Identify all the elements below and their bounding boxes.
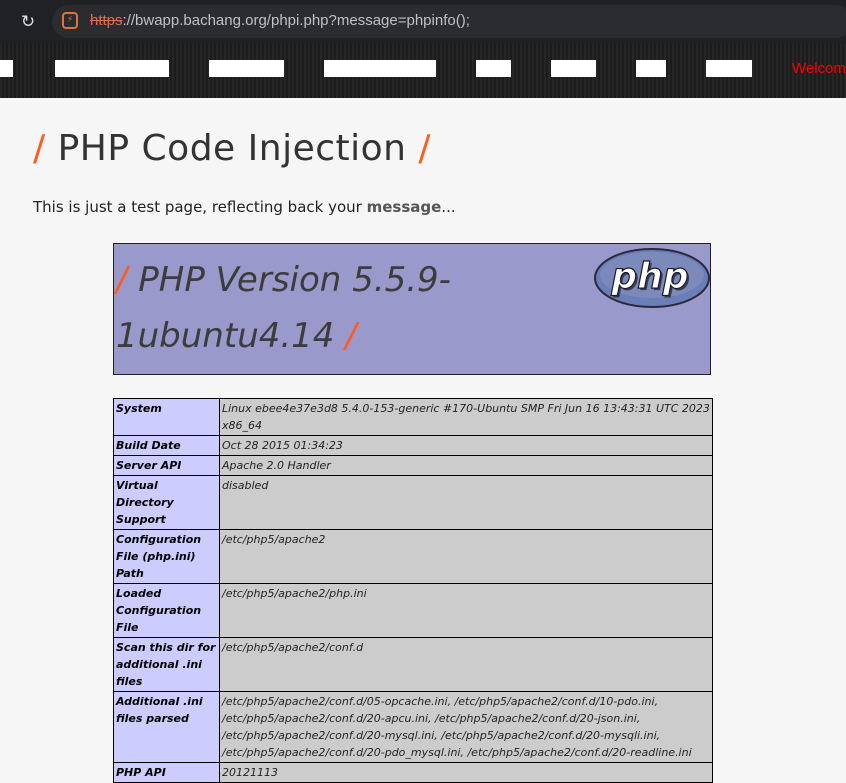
menu-item-redacted[interactable] xyxy=(0,60,13,77)
row-value: Apache 2.0 Handler xyxy=(219,455,713,476)
row-value: /etc/php5/apache2/conf.d/05-opcache.ini,… xyxy=(219,691,713,763)
row-key: Configuration File (php.ini) Path xyxy=(113,529,220,584)
php-logo[interactable]: php php xyxy=(594,248,710,308)
row-value: /etc/php5/apache2 xyxy=(219,529,713,584)
row-key: Additional .ini files parsed xyxy=(113,691,220,763)
table-row: Build Date Oct 28 2015 01:34:23 xyxy=(113,435,713,456)
title-slash-decoration: / xyxy=(33,128,46,169)
row-key: Build Date xyxy=(113,435,220,456)
table-row: Scan this dir for additional .ini files /… xyxy=(113,637,713,692)
row-value: 20121113 xyxy=(219,762,713,783)
row-value: Linux ebee4e37e3d8 5.4.0-153-generic #17… xyxy=(219,398,713,436)
url-text[interactable]: https://bwapp.bachang.org/phpi.php?messa… xyxy=(90,12,470,29)
php-version-text: PHP Version 5.5.9-1ubuntu4.14 xyxy=(116,260,451,356)
table-row: Additional .ini files parsed/etc/php5/ap… xyxy=(113,691,713,763)
table-row: Server API Apache 2.0 Handler xyxy=(113,455,713,476)
table-row: PHP API 20121113 xyxy=(113,762,713,783)
url-scheme: https xyxy=(90,12,123,29)
menu-item-redacted[interactable] xyxy=(636,60,666,77)
heading-slash-decoration: / xyxy=(116,260,128,300)
site-info-icon[interactable]: ⚡ xyxy=(62,12,78,29)
menu-item-redacted[interactable] xyxy=(209,60,284,77)
menu-item-redacted[interactable] xyxy=(706,60,752,77)
row-value: /etc/php5/apache2/php.ini xyxy=(219,583,713,638)
phpinfo-table: System Linux ebee4e37e3d8 5.4.0-153-gener… xyxy=(113,398,713,783)
row-value: Oct 28 2015 01:34:23 xyxy=(219,435,713,456)
row-key: Virtual Directory Support xyxy=(113,475,220,530)
reload-icon[interactable]: ↻ xyxy=(18,12,38,32)
menu-item-redacted[interactable] xyxy=(55,60,169,77)
php-logo-text: php xyxy=(610,256,688,297)
row-value: /etc/php5/apache2/conf.d xyxy=(219,637,713,692)
row-key: PHP API xyxy=(113,762,220,783)
phpinfo-header: / PHP Version 5.5.9-1ubuntu4.14 / php ph… xyxy=(113,243,711,375)
table-row: Configuration File (php.ini) Path/etc/ph… xyxy=(113,529,713,584)
table-row: Virtual Directory Support disabled xyxy=(113,475,713,530)
site-menu-bar: Welcome xyxy=(0,44,846,98)
php-version-heading: / PHP Version 5.5.9-1ubuntu4.14 / xyxy=(116,252,536,364)
browser-toolbar: ↻ ⚡ https://bwapp.bachang.org/phpi.php?m… xyxy=(0,0,846,44)
row-key: System xyxy=(113,398,220,436)
menu-item-redacted[interactable] xyxy=(324,60,436,77)
title-slash-decoration: / xyxy=(418,128,432,169)
url-path: ://bwapp.bachang.org/phpi.php?message=ph… xyxy=(122,12,470,29)
page-title: / PHP Code Injection / xyxy=(33,128,431,169)
menu-item-redacted[interactable] xyxy=(551,60,596,77)
page-title-text: PHP Code Injection xyxy=(57,128,407,169)
row-key: Server API xyxy=(113,455,220,476)
address-bar[interactable]: ⚡ https://bwapp.bachang.org/phpi.php?mes… xyxy=(52,5,846,38)
row-value: disabled xyxy=(219,475,713,530)
row-key: Scan this dir for additional .ini files xyxy=(113,637,220,692)
message-param: message xyxy=(366,198,442,216)
table-row: System Linux ebee4e37e3d8 5.4.0-153-gener… xyxy=(113,398,713,436)
menu-item-redacted[interactable] xyxy=(476,60,511,77)
intro-text: This is just a test page, reflecting bac… xyxy=(33,198,456,216)
row-key: Loaded Configuration File xyxy=(113,583,220,638)
table-row: Loaded Configuration File/etc/php5/apach… xyxy=(113,583,713,638)
welcome-text: Welcome xyxy=(792,60,846,77)
heading-slash-decoration: / xyxy=(345,316,357,356)
